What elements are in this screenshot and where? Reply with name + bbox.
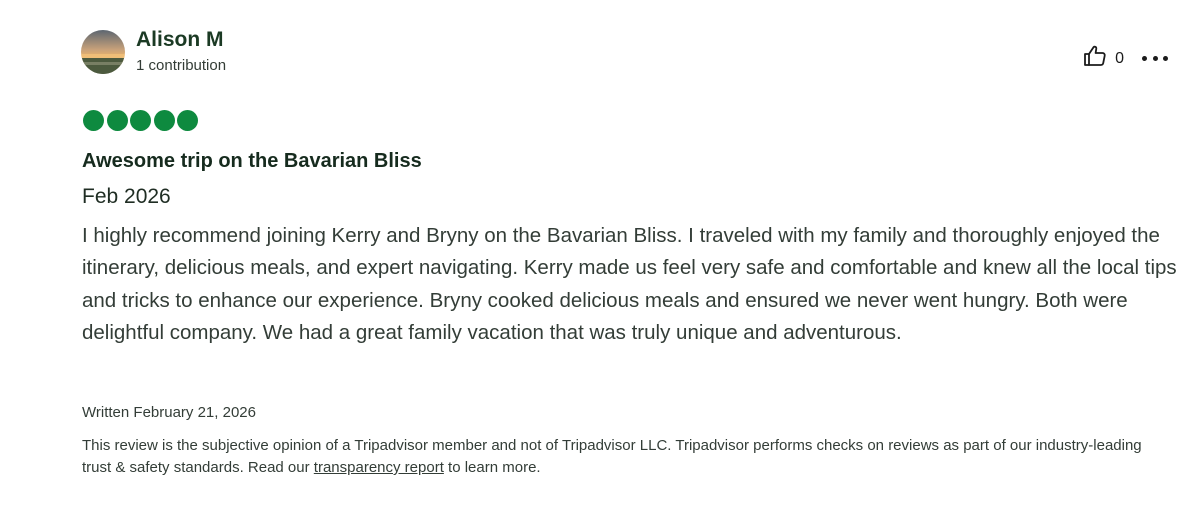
review-card: Alison M 1 contribution 0 Awesome trip o… — [0, 0, 1200, 506]
disclaimer-text-end: to learn more. — [443, 459, 541, 476]
rating-bubble — [130, 110, 151, 131]
review-disclaimer: This review is the subjective opinion of… — [82, 435, 1142, 479]
review-title[interactable]: Awesome trip on the Bavarian Bliss — [82, 148, 422, 174]
rating-bubbles — [83, 110, 201, 131]
contribution-count: 1 contribution — [136, 57, 227, 74]
travel-date: Feb 2026 — [82, 185, 171, 208]
more-dots-icon — [1142, 56, 1147, 61]
avatar[interactable] — [81, 29, 125, 74]
more-options-button[interactable] — [1142, 47, 1168, 71]
review-text: I highly recommend joining Kerry and Bry… — [82, 224, 1177, 345]
reviewer-header: Alison M 1 contribution — [81, 28, 226, 75]
helpful-vote-button[interactable]: 0 — [1083, 44, 1124, 73]
review-actions: 0 — [1083, 44, 1168, 73]
user-info: Alison M 1 contribution — [136, 28, 226, 75]
avatar-image — [81, 29, 125, 74]
more-dots-icon — [1152, 56, 1158, 61]
rating-bubble — [106, 110, 128, 131]
rating-bubble — [83, 110, 104, 131]
written-date: Written February 21, 2026 — [82, 404, 256, 421]
thumbs-up-icon — [1083, 44, 1107, 73]
rating-bubble — [177, 110, 198, 131]
reviewer-name[interactable]: Alison M — [136, 28, 226, 52]
more-dots-icon — [1163, 56, 1168, 61]
disclaimer-text: This review is the subjective opinion of… — [82, 437, 1142, 476]
helpful-count: 0 — [1115, 49, 1124, 67]
transparency-report-link[interactable]: transparency report — [314, 459, 444, 476]
rating-bubble — [153, 110, 175, 131]
